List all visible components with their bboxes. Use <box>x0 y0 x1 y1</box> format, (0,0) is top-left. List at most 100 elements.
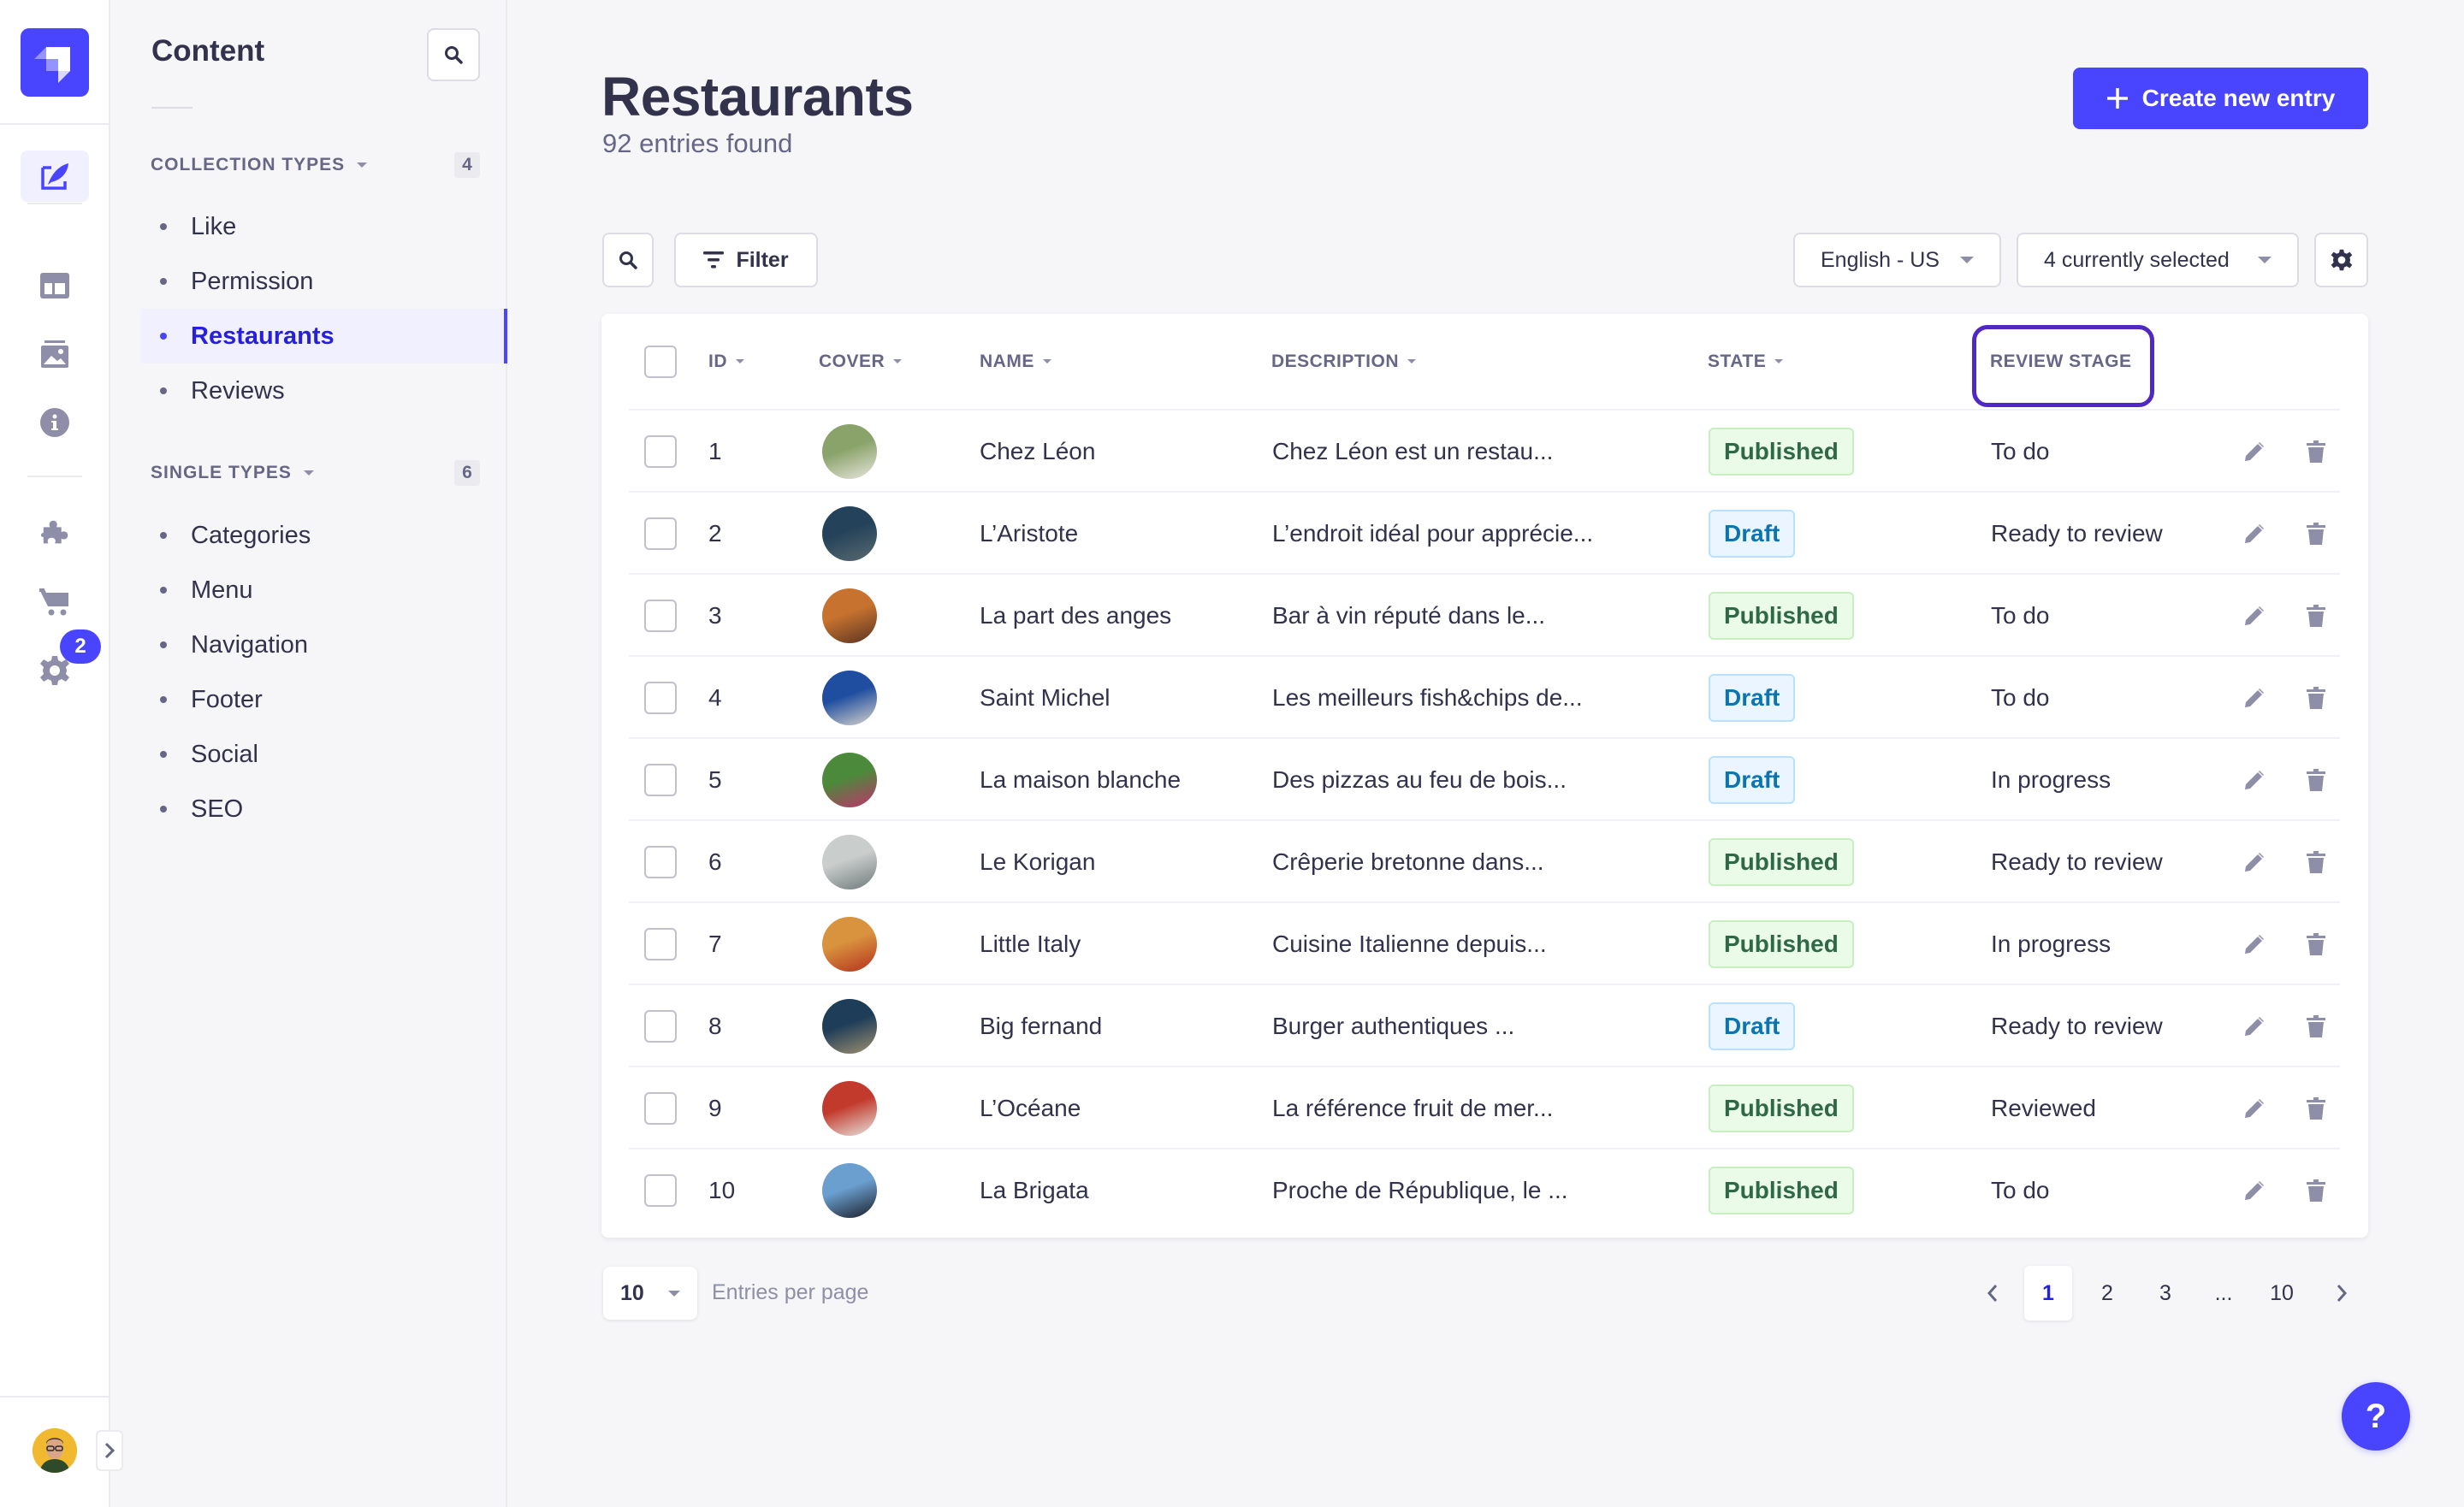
delete-button[interactable] <box>2299 763 2333 797</box>
page-2-button[interactable]: 2 <box>2083 1266 2131 1321</box>
column-header-cover[interactable]: COVER <box>819 314 903 409</box>
row-checkbox[interactable] <box>644 517 677 550</box>
delete-button[interactable] <box>2299 517 2333 551</box>
row-checkbox-cell <box>644 657 677 739</box>
column-header-id[interactable]: ID <box>708 314 744 409</box>
entries-per-page-select[interactable]: 10 <box>603 1267 697 1320</box>
list-settings-button[interactable] <box>2314 233 2368 287</box>
collection-types-header[interactable]: COLLECTION TYPES 4 <box>151 152 480 178</box>
cell-review-stage: In progress <box>1991 931 2112 957</box>
table-row[interactable]: 9 L’Océane La référence fruit de mer... … <box>629 1066 2340 1148</box>
delete-button[interactable] <box>2299 1009 2333 1043</box>
table-row[interactable]: 7 Little Italy Cuisine Italienne depuis.… <box>629 901 2340 984</box>
trash-icon <box>2307 1097 2325 1120</box>
delete-button[interactable] <box>2299 599 2333 633</box>
cell-actions <box>2237 903 2333 985</box>
page-10-button[interactable]: 10 <box>2258 1266 2306 1321</box>
row-checkbox[interactable] <box>644 435 677 468</box>
sidebar-item-navigation[interactable]: Navigation <box>141 618 507 672</box>
avatar[interactable] <box>33 1428 77 1473</box>
help-button[interactable]: ? <box>2342 1382 2410 1451</box>
delete-button[interactable] <box>2299 434 2333 469</box>
row-checkbox[interactable] <box>644 1174 677 1207</box>
edit-button[interactable] <box>2237 763 2272 797</box>
table-row[interactable]: 2 L’Aristote L’endroit idéal pour appréc… <box>629 491 2340 573</box>
sidebar-search-button[interactable] <box>427 28 480 81</box>
sidebar-item-reviews[interactable]: Reviews <box>141 363 507 418</box>
table-row[interactable]: 6 Le Korigan Crêperie bretonne dans... P… <box>629 819 2340 901</box>
sidebar-item-like[interactable]: Like <box>141 199 507 254</box>
edit-button[interactable] <box>2237 1173 2272 1208</box>
edit-button[interactable] <box>2237 599 2272 633</box>
edit-button[interactable] <box>2237 845 2272 879</box>
sidebar-item-menu[interactable]: Menu <box>141 563 507 618</box>
delete-button[interactable] <box>2299 1173 2333 1208</box>
cell-actions <box>2237 657 2333 739</box>
previous-page-button[interactable] <box>1969 1266 2017 1321</box>
row-checkbox[interactable] <box>644 682 677 714</box>
row-checkbox[interactable] <box>644 928 677 960</box>
delete-button[interactable] <box>2299 1091 2333 1126</box>
sidebar-item-social[interactable]: Social <box>141 727 507 782</box>
pencil-icon <box>2245 771 2264 789</box>
column-header-name[interactable]: NAME <box>980 314 1051 409</box>
cell-state: Draft <box>1709 739 1796 821</box>
table-row[interactable]: 5 La maison blanche Des pizzas au feu de… <box>629 737 2340 819</box>
table-row[interactable]: 8 Big fernand Burger authentiques ... Dr… <box>629 984 2340 1066</box>
row-checkbox[interactable] <box>644 764 677 796</box>
locale-select[interactable]: English - US <box>1793 233 2001 287</box>
create-new-entry-button[interactable]: Create new entry <box>2073 68 2368 129</box>
nav-content-type-builder[interactable] <box>21 260 89 311</box>
expand-navigation-button[interactable] <box>96 1430 123 1471</box>
section-title: SINGLE TYPES <box>151 463 292 482</box>
sidebar-item-footer[interactable]: Footer <box>141 672 507 727</box>
edit-button[interactable] <box>2237 1009 2272 1043</box>
strapi-logo-icon <box>34 47 70 83</box>
nav-content-manager[interactable] <box>21 151 89 202</box>
row-checkbox-cell <box>644 1067 677 1149</box>
delete-button[interactable] <box>2299 681 2333 715</box>
cell-id: 8 <box>708 1013 722 1039</box>
sidebar-item-permission[interactable]: Permission <box>141 254 507 309</box>
row-checkbox[interactable] <box>644 846 677 878</box>
edit-button[interactable] <box>2237 517 2272 551</box>
column-header-description[interactable]: DESCRIPTION <box>1271 314 1417 409</box>
next-page-button[interactable] <box>2318 1266 2366 1321</box>
edit-button[interactable] <box>2237 434 2272 469</box>
table-row[interactable]: 3 La part des anges Bar à vin réputé dan… <box>629 573 2340 655</box>
nav-info[interactable] <box>21 397 89 448</box>
page-1-button[interactable]: 1 <box>2024 1266 2072 1321</box>
single-types-header[interactable]: SINGLE TYPES 6 <box>151 460 480 486</box>
sidebar-item-restaurants[interactable]: Restaurants <box>141 309 507 363</box>
delete-button[interactable] <box>2299 845 2333 879</box>
cell-cover <box>822 411 877 493</box>
nav-marketplace[interactable] <box>21 576 89 628</box>
search-button[interactable] <box>602 233 654 287</box>
edit-button[interactable] <box>2237 1091 2272 1126</box>
table-row[interactable]: 10 La Brigata Proche de République, le .… <box>629 1148 2340 1230</box>
edit-button[interactable] <box>2237 927 2272 961</box>
select-all-checkbox[interactable] <box>644 345 677 378</box>
divider <box>0 1396 109 1398</box>
row-checkbox[interactable] <box>644 600 677 632</box>
sort-caret-icon <box>736 359 744 363</box>
sidebar-item-seo[interactable]: SEO <box>141 782 507 836</box>
sidebar-item-categories[interactable]: Categories <box>141 508 507 563</box>
edit-button[interactable] <box>2237 681 2272 715</box>
displayed-fields-select[interactable]: 4 currently selected <box>2017 233 2299 287</box>
page-3-button[interactable]: 3 <box>2141 1266 2189 1321</box>
sidebar-item-label: Footer <box>191 685 263 713</box>
cell-id: 6 <box>708 848 722 875</box>
table-row[interactable]: 1 Chez Léon Chez Léon est un restau... P… <box>629 409 2340 491</box>
table-row[interactable]: 4 Saint Michel Les meilleurs fish&chips … <box>629 655 2340 737</box>
strapi-logo[interactable] <box>21 28 89 97</box>
cover-thumbnail <box>822 917 877 972</box>
row-checkbox[interactable] <box>644 1010 677 1043</box>
column-header-state[interactable]: STATE <box>1708 314 1784 409</box>
delete-button[interactable] <box>2299 927 2333 961</box>
nav-media-library[interactable] <box>21 328 89 380</box>
user-avatar-image <box>33 1428 77 1473</box>
filter-button[interactable]: Filter <box>674 233 818 287</box>
row-checkbox[interactable] <box>644 1092 677 1125</box>
nav-plugins[interactable] <box>21 508 89 559</box>
